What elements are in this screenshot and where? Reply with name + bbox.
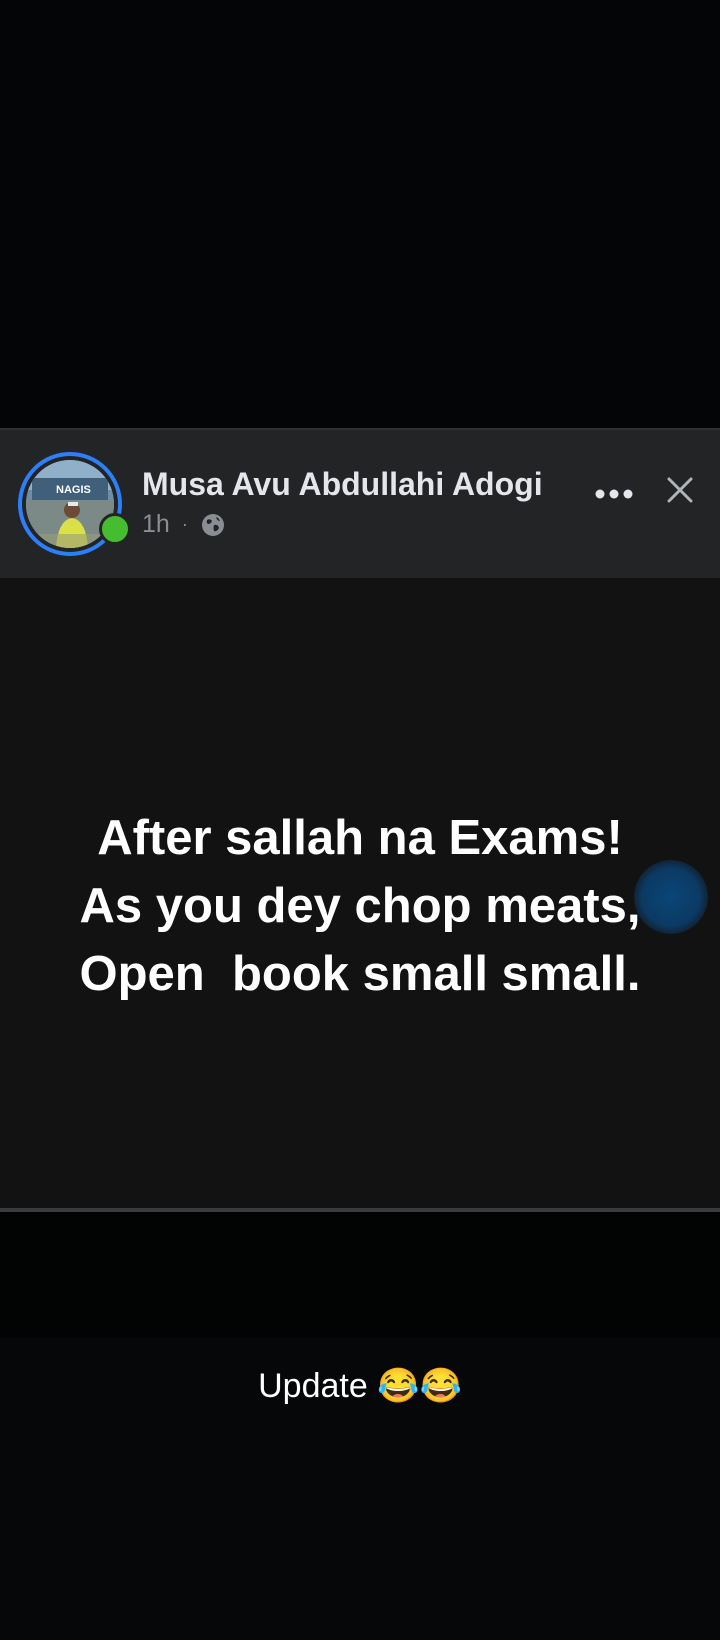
post-text-line: After sallah na Exams! [97, 811, 623, 865]
more-horizontal-icon[interactable] [592, 482, 636, 506]
close-icon[interactable] [664, 474, 696, 506]
post-text-line: Open book small small. [79, 947, 641, 1001]
post-text-line: As you dey chop meats, [79, 879, 641, 933]
post-card[interactable]: NAGIS Musa Avu Abdullahi Adogi 1h · Afte… [0, 428, 720, 1212]
globe-icon[interactable] [200, 512, 226, 538]
avatar-sign-text: NAGIS [56, 484, 91, 496]
below-card-area [0, 1212, 720, 1338]
post-meta: 1h · [142, 510, 226, 539]
online-status-dot [99, 513, 131, 545]
meta-separator: · [181, 514, 188, 534]
post-text: After sallah na Exams! As you dey chop m… [0, 804, 720, 1008]
empty-top-area [0, 0, 720, 428]
screen: NAGIS Musa Avu Abdullahi Adogi 1h · Afte… [0, 0, 720, 1640]
post-body: After sallah na Exams! As you dey chop m… [0, 578, 720, 1208]
post-timestamp[interactable]: 1h [142, 510, 170, 539]
post-header: NAGIS Musa Avu Abdullahi Adogi 1h · [0, 430, 720, 578]
author-name[interactable]: Musa Avu Abdullahi Adogi [142, 466, 543, 503]
story-caption: Update 😂😂 [258, 1367, 462, 1405]
